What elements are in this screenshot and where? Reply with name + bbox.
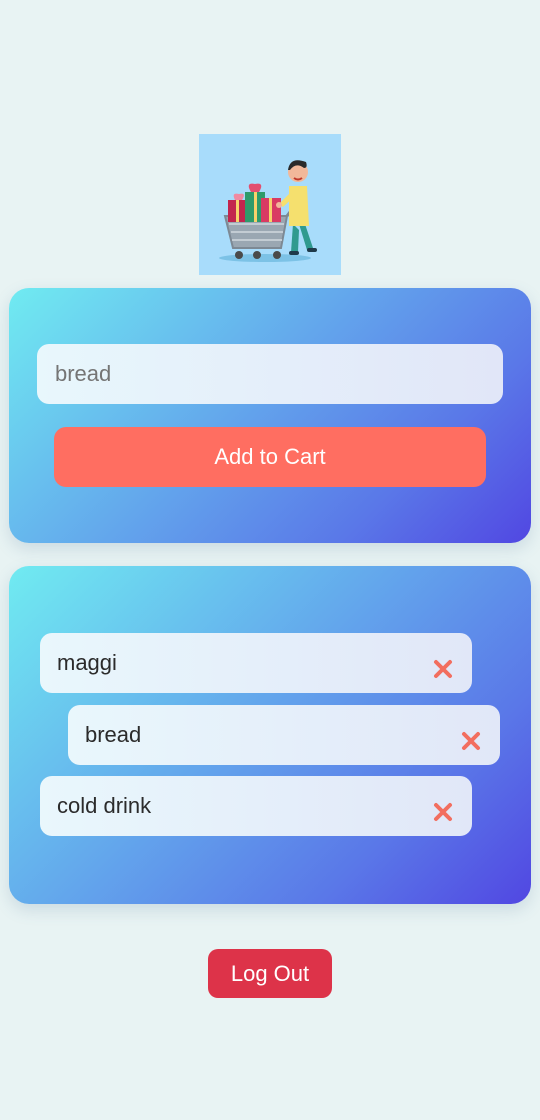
close-x-icon[interactable] — [433, 802, 453, 822]
add-item-card: Add to Cart — [9, 288, 531, 543]
add-to-cart-button[interactable]: Add to Cart — [54, 427, 486, 487]
close-x-icon[interactable] — [433, 659, 453, 679]
cart-item: cold drink — [40, 776, 472, 836]
cart-list-card: maggi bread cold drink — [9, 566, 531, 904]
item-input[interactable] — [37, 344, 503, 404]
cart-item: maggi — [40, 633, 472, 693]
cart-item: bread — [68, 705, 500, 765]
shopper-cart-image — [219, 160, 317, 262]
cart-item-label: maggi — [57, 650, 117, 675]
cart-item-label: bread — [85, 722, 142, 747]
cart-item-label: cold drink — [57, 793, 152, 818]
hero-illustration — [199, 134, 341, 275]
close-x-icon[interactable] — [461, 731, 481, 751]
log-out-button[interactable]: Log Out — [208, 949, 332, 998]
